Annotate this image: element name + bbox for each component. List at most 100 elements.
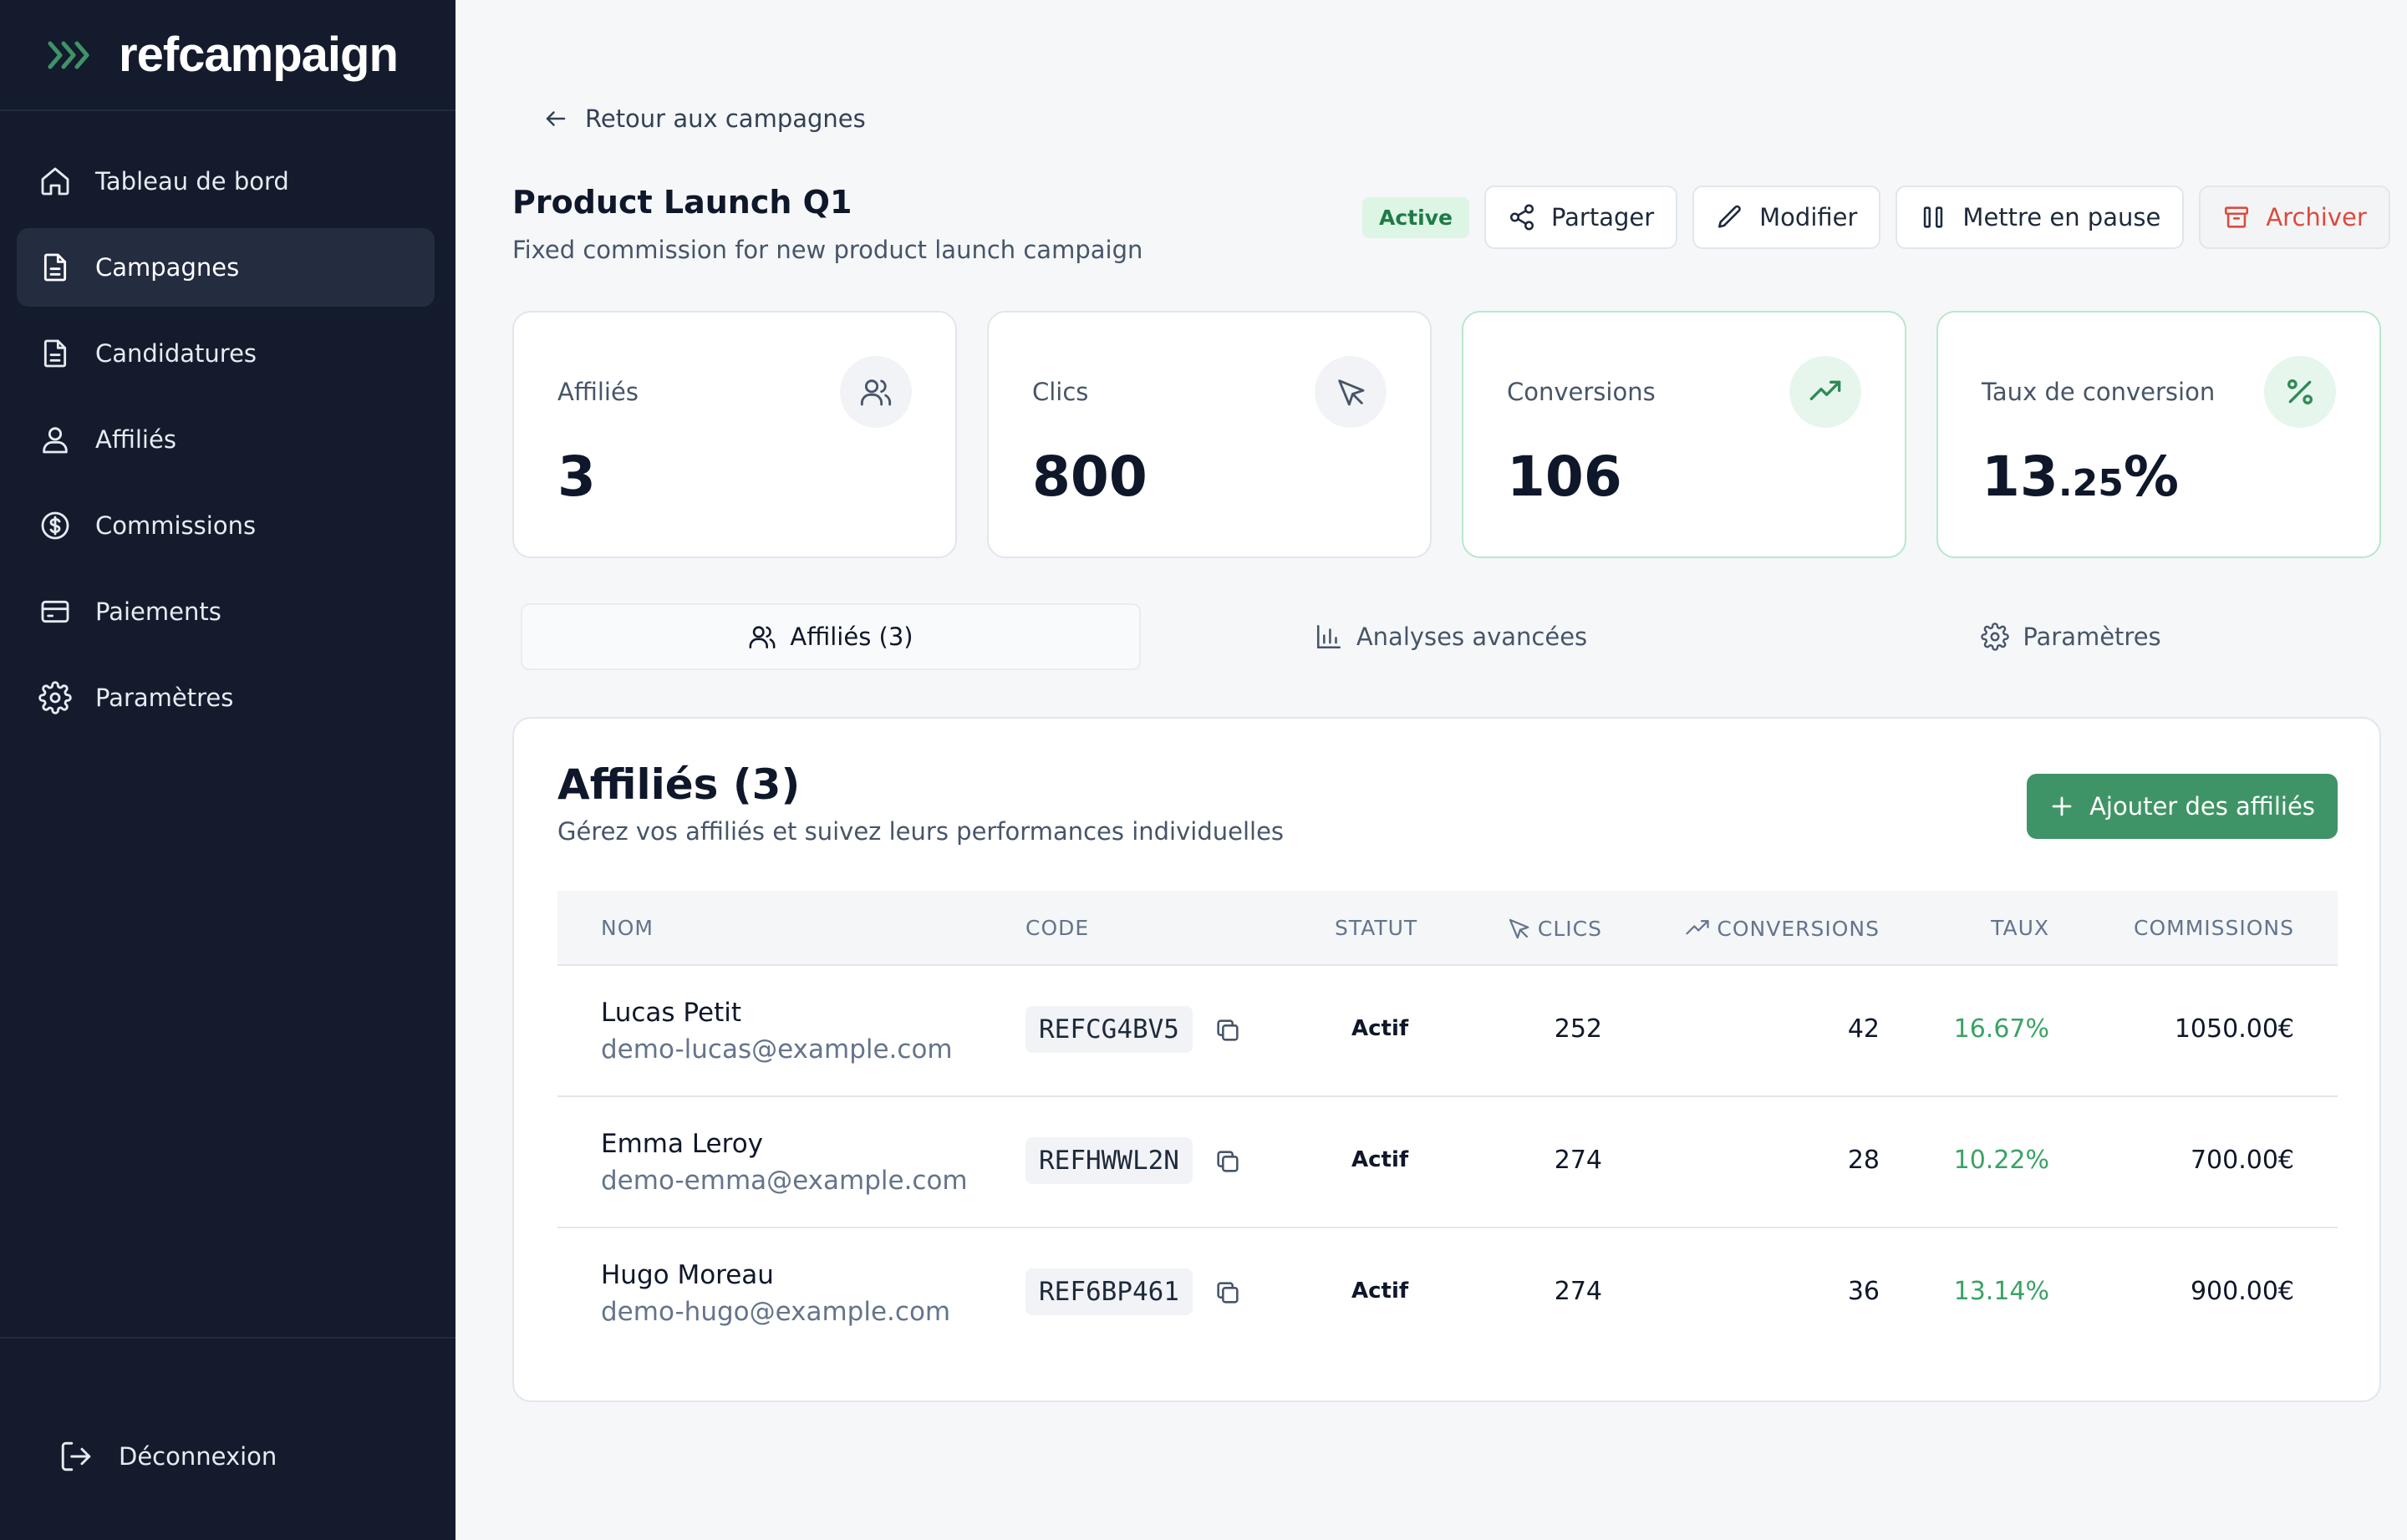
affiliate-clicks: 274: [1554, 1277, 1602, 1306]
affiliate-email: demo-emma@example.com: [601, 1166, 968, 1196]
sidebar-nav: Tableau de bord Campagnes Candidatures A…: [17, 142, 435, 745]
stat-label: Clics: [1032, 378, 1089, 406]
header-label: NOM: [601, 916, 654, 940]
add-affiliates-label: Ajouter des affiliés: [2089, 792, 2315, 821]
sidebar-item-paiements[interactable]: Paiements: [17, 572, 435, 651]
stat-value-suffix: %: [2123, 445, 2179, 509]
affiliate-status: Actif: [1351, 1147, 1409, 1172]
stat-value: 13.25%: [1982, 445, 2179, 509]
sidebar-item-parametres[interactable]: Paramètres: [17, 658, 435, 737]
stat-label: Taux de conversion: [1982, 378, 2216, 406]
stat-card-affilies: Affiliés 3: [512, 311, 957, 558]
share-button[interactable]: Partager: [1483, 186, 1678, 249]
tab-label: Analyses avancées: [1356, 623, 1588, 651]
table-row[interactable]: Hugo Moreau demo-hugo@example.com REF6BP…: [557, 1228, 2338, 1360]
header-name[interactable]: NOM: [601, 916, 654, 940]
affiliate-name: Emma Leroy: [601, 1129, 764, 1159]
cursor-icon: [1315, 356, 1387, 428]
affiliate-rate: 16.67%: [1953, 1014, 2049, 1044]
affiliate-clicks: 274: [1554, 1146, 1602, 1175]
header-rate[interactable]: TAUX: [1991, 916, 2049, 940]
document-icon: [43, 253, 67, 282]
gear-icon: [1981, 623, 2010, 651]
tab-affilies[interactable]: Affiliés (3): [521, 603, 1141, 670]
stat-card-taux: Taux de conversion 13.25%: [1936, 311, 2381, 558]
stat-value-main: 13: [1982, 445, 2058, 509]
add-affiliates-button[interactable]: Ajouter des affiliés: [2027, 774, 2338, 839]
tabs: Affiliés (3) Analyses avancées Paramètre…: [521, 603, 2381, 670]
percent-icon: [2264, 356, 2336, 428]
trending-up-icon: [1789, 356, 1861, 428]
affiliate-status: Actif: [1351, 1278, 1409, 1304]
trending-up-icon: [1686, 920, 1710, 935]
page-title: Product Launch Q1: [512, 184, 852, 221]
affiliate-rate: 13.14%: [1953, 1277, 2049, 1306]
affiliate-status: Actif: [1351, 1016, 1409, 1041]
header-clicks[interactable]: CLICS: [1506, 916, 1602, 941]
credit-card-icon: [41, 600, 69, 623]
stat-value-decimal: .25: [2058, 462, 2124, 505]
affiliate-clicks: 252: [1554, 1014, 1602, 1044]
stat-label: Affiliés: [557, 378, 639, 406]
tab-label: Affiliés (3): [790, 623, 913, 651]
copy-icon[interactable]: [1214, 1016, 1242, 1044]
users-icon: [749, 626, 776, 649]
table-row[interactable]: Lucas Petit demo-lucas@example.com REFCG…: [557, 966, 2338, 1097]
header-commissions[interactable]: COMMISSIONS: [2134, 916, 2294, 940]
cursor-icon: [1509, 918, 1529, 939]
affiliate-code: REFCG4BV5: [1025, 1006, 1193, 1053]
edit-button[interactable]: Modifier: [1692, 186, 1881, 249]
page-subtitle: Fixed commission for new product launch …: [512, 236, 1143, 264]
header-label: CLICS: [1537, 916, 1602, 941]
affiliate-name: Lucas Petit: [601, 998, 742, 1028]
tab-parametres[interactable]: Paramètres: [1761, 603, 2381, 670]
sidebar-item-label: Candidatures: [95, 339, 257, 368]
stat-card-clics: Clics 800: [987, 311, 1432, 558]
header-label: COMMISSIONS: [2133, 916, 2294, 940]
logout-button[interactable]: Déconnexion: [59, 1439, 277, 1474]
chevrons-right-icon: [48, 41, 89, 69]
logout-label: Déconnexion: [119, 1442, 277, 1471]
sidebar: refcampaign Tableau de bord Campagnes Ca…: [0, 0, 455, 1540]
share-button-label: Partager: [1550, 203, 1655, 231]
back-link[interactable]: Retour aux campagnes: [543, 104, 866, 133]
panel-title: Affiliés (3): [557, 760, 801, 809]
affiliate-rate: 10.22%: [1953, 1146, 2049, 1175]
brand[interactable]: refcampaign: [0, 0, 455, 111]
tab-analyses[interactable]: Analyses avancées: [1141, 603, 1761, 670]
dollar-circle-icon: [41, 511, 69, 540]
stat-label: Conversions: [1507, 378, 1656, 406]
copy-icon[interactable]: [1214, 1147, 1242, 1176]
share-icon: [1509, 204, 1534, 231]
affiliate-code: REFHWWL2N: [1025, 1137, 1193, 1184]
pause-button[interactable]: Mettre en pause: [1896, 186, 2185, 249]
header-status[interactable]: STATUT: [1335, 916, 1417, 940]
pause-button-label: Mettre en pause: [1962, 203, 2161, 231]
main-content: Retour aux campagnes Product Launch Q1 F…: [455, 0, 2407, 1540]
sidebar-item-label: Affiliés: [95, 425, 176, 454]
sidebar-item-candidatures[interactable]: Candidatures: [17, 314, 435, 393]
header-label: CONVERSIONS: [1717, 916, 1880, 941]
sidebar-item-affilies[interactable]: Affiliés: [17, 400, 435, 479]
copy-icon[interactable]: [1214, 1278, 1242, 1307]
sidebar-item-campagnes[interactable]: Campagnes: [17, 228, 435, 307]
sidebar-item-commissions[interactable]: Commissions: [17, 486, 435, 565]
affiliate-email: demo-hugo@example.com: [601, 1297, 951, 1327]
table-row[interactable]: Emma Leroy demo-emma@example.com REFHWWL…: [557, 1097, 2338, 1228]
bar-chart-icon: [1316, 624, 1341, 649]
header-code[interactable]: CODE: [1025, 916, 1089, 940]
header-conversions[interactable]: CONVERSIONS: [1685, 916, 1880, 941]
edit-button-label: Modifier: [1759, 203, 1858, 231]
back-link-label: Retour aux campagnes: [585, 104, 866, 133]
document-icon: [43, 339, 67, 368]
tab-label: Paramètres: [2023, 623, 2161, 651]
sidebar-item-label: Commissions: [95, 511, 257, 540]
panel-subtitle: Gérez vos affiliés et suivez leurs perfo…: [557, 817, 1285, 846]
stat-card-conversions: Conversions 106: [1462, 311, 1906, 558]
header-label: TAUX: [1991, 916, 2049, 940]
sidebar-item-tableau-de-bord[interactable]: Tableau de bord: [17, 142, 435, 221]
gear-icon: [38, 681, 72, 714]
archive-button[interactable]: Archiver: [2199, 186, 2390, 249]
sidebar-footer: Déconnexion: [0, 1337, 455, 1540]
plus-icon: [2052, 796, 2072, 816]
